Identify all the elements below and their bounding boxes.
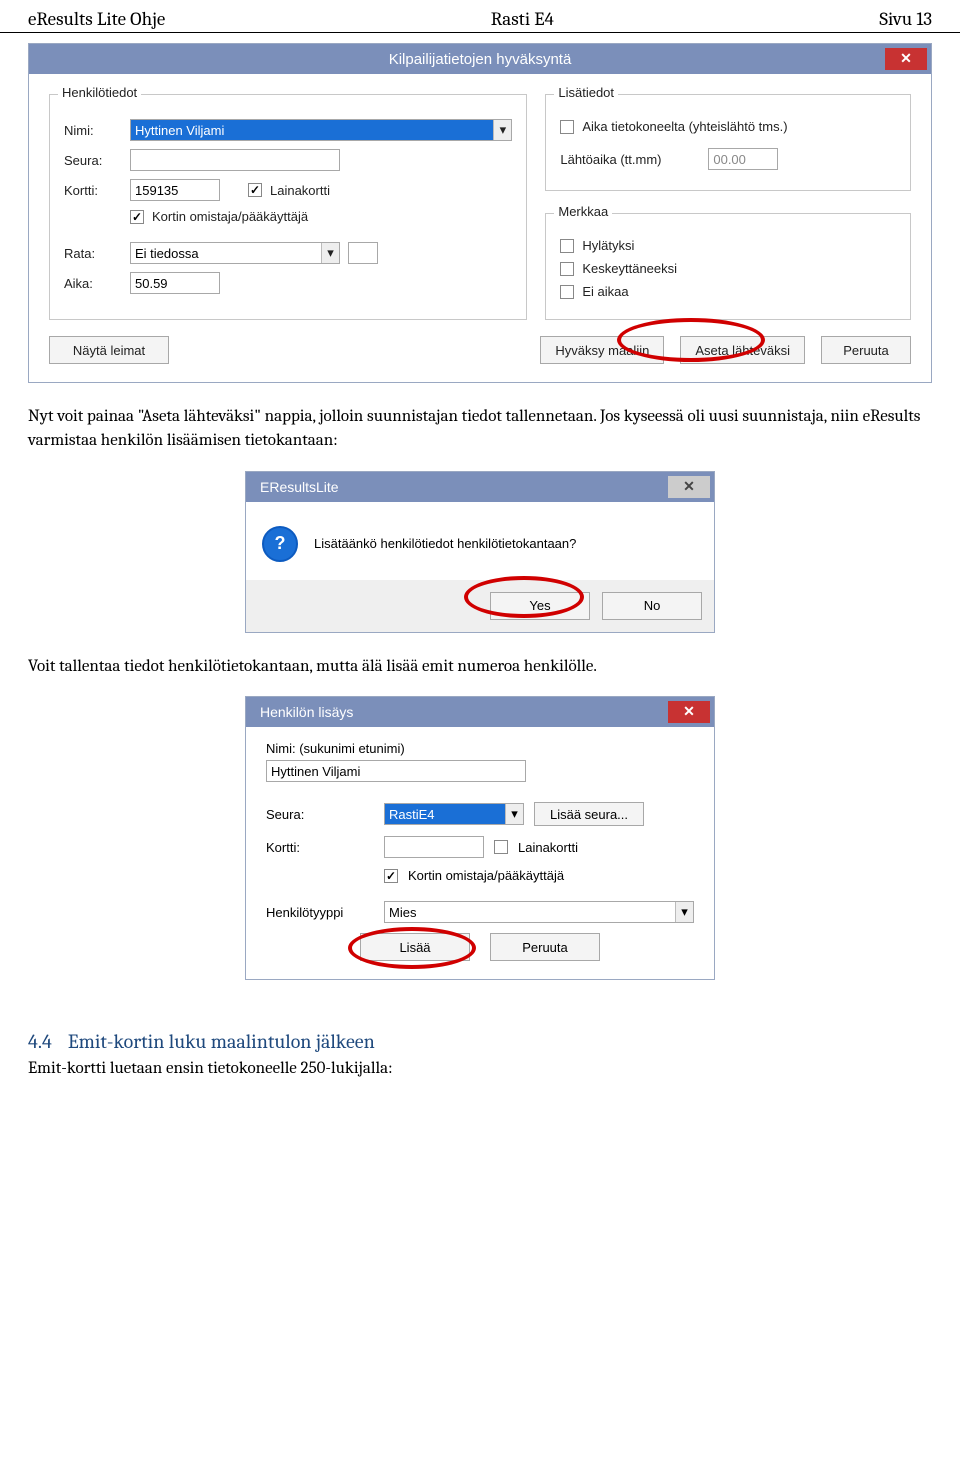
label-person-owner: Kortin omistaja/pääkäyttäjä bbox=[408, 868, 564, 883]
group-mark-legend: Merkkaa bbox=[554, 204, 612, 219]
competitor-approval-window: Kilpailijatietojen hyväksyntä ✕ Henkilöt… bbox=[28, 43, 932, 383]
page-header: eResults Lite Ohje Rasti E4 Sivu 13 bbox=[0, 0, 960, 33]
label-owner: Kortin omistaja/pääkäyttäjä bbox=[152, 209, 308, 224]
checkbox-disq[interactable] bbox=[560, 239, 574, 253]
accept-finish-button[interactable]: Hyväksy maaliin bbox=[540, 336, 664, 364]
label-club: Seura: bbox=[64, 153, 122, 168]
paragraph-1: Nyt voit painaa "Aseta lähteväksi" nappi… bbox=[28, 405, 932, 453]
label-person-name: Nimi: (sukunimi etunimi) bbox=[266, 741, 694, 756]
add-button[interactable]: Lisää bbox=[360, 933, 470, 961]
course-extra-input[interactable] bbox=[348, 242, 378, 264]
close-icon: ✕ bbox=[900, 50, 912, 66]
chevron-down-icon: ▾ bbox=[321, 243, 339, 263]
label-time: Aika: bbox=[64, 276, 122, 291]
label-dnf: Keskeyttäneeksi bbox=[582, 261, 677, 276]
section-title: Emit-kortin luku maalintulon jälkeen bbox=[68, 1030, 375, 1053]
label-card: Kortti: bbox=[64, 183, 122, 198]
label-person-club: Seura: bbox=[266, 807, 374, 822]
label-person-type: Henkilötyyppi bbox=[266, 905, 374, 920]
person-close-button[interactable]: ✕ bbox=[668, 701, 710, 723]
person-cancel-button[interactable]: Peruuta bbox=[490, 933, 600, 961]
chevron-down-icon: ▾ bbox=[675, 902, 693, 922]
confirm-dialog: EResultsLite ✕ ? Lisätäänkö henkilötiedo… bbox=[245, 471, 715, 633]
close-icon: ✕ bbox=[683, 703, 695, 719]
section-number: 4.4 bbox=[28, 1030, 52, 1053]
group-personal: Henkilötiedot Nimi: ▾ Seura: Kortti: bbox=[49, 94, 527, 320]
label-person-card: Kortti: bbox=[266, 840, 374, 855]
close-button[interactable]: ✕ bbox=[885, 48, 927, 70]
person-add-dialog: Henkilön lisäys ✕ Nimi: (sukunimi etunim… bbox=[245, 696, 715, 980]
group-personal-legend: Henkilötiedot bbox=[58, 85, 141, 100]
name-combo[interactable]: ▾ bbox=[130, 119, 512, 141]
confirm-close-button[interactable]: ✕ bbox=[668, 476, 710, 498]
chevron-down-icon: ▾ bbox=[493, 120, 511, 140]
person-name-input[interactable] bbox=[266, 760, 526, 782]
checkbox-dnf[interactable] bbox=[560, 262, 574, 276]
person-club-input[interactable] bbox=[384, 803, 524, 825]
label-name: Nimi: bbox=[64, 123, 122, 138]
paragraph-2: Voit tallentaa tiedot henkilötietokantaa… bbox=[28, 655, 932, 679]
person-title: Henkilön lisäys bbox=[260, 704, 353, 720]
confirm-title: EResultsLite bbox=[260, 479, 339, 495]
cancel-button[interactable]: Peruuta bbox=[821, 336, 911, 364]
time-input[interactable] bbox=[130, 272, 220, 294]
label-course: Rata: bbox=[64, 246, 122, 261]
checkbox-person-owner[interactable] bbox=[384, 869, 398, 883]
label-starttime: Lähtöaika (tt.mm) bbox=[560, 152, 700, 167]
set-start-button[interactable]: Aseta lähteväksi bbox=[680, 336, 805, 364]
label-loancard: Lainakortti bbox=[270, 183, 330, 198]
card-input[interactable] bbox=[130, 179, 220, 201]
document-body: Kilpailijatietojen hyväksyntä ✕ Henkilöt… bbox=[0, 43, 960, 1078]
confirm-titlebar: EResultsLite ✕ bbox=[246, 472, 714, 502]
club-input[interactable] bbox=[130, 149, 340, 171]
header-right: Sivu 13 bbox=[879, 8, 932, 30]
yes-button[interactable]: Yes bbox=[490, 592, 590, 620]
checkbox-notime[interactable] bbox=[560, 285, 574, 299]
group-mark: Merkkaa Hylätyksi Keskeyttäneeksi Ei aik… bbox=[545, 213, 911, 320]
close-icon: ✕ bbox=[683, 478, 695, 494]
person-titlebar: Henkilön lisäys ✕ bbox=[246, 697, 714, 727]
chevron-down-icon: ▾ bbox=[505, 804, 523, 824]
section-heading: 4.4 Emit-kortin luku maalintulon jälkeen bbox=[28, 1030, 932, 1053]
question-icon: ? bbox=[262, 526, 298, 562]
label-person-loancard: Lainakortti bbox=[518, 840, 578, 855]
group-extra-legend: Lisätiedot bbox=[554, 85, 618, 100]
window-titlebar: Kilpailijatietojen hyväksyntä ✕ bbox=[29, 44, 931, 74]
person-card-input[interactable] bbox=[384, 836, 484, 858]
header-left: eResults Lite Ohje bbox=[28, 8, 165, 30]
checkbox-owner[interactable] bbox=[130, 210, 144, 224]
person-type-input[interactable] bbox=[384, 901, 694, 923]
checkbox-computer-time[interactable] bbox=[560, 120, 574, 134]
confirm-message: Lisätäänkö henkilötiedot henkilötietokan… bbox=[314, 536, 576, 551]
label-computer-time: Aika tietokoneelta (yhteislähtö tms.) bbox=[582, 119, 787, 134]
course-input[interactable] bbox=[130, 242, 340, 264]
add-club-button[interactable]: Lisää seura... bbox=[534, 802, 644, 826]
course-combo[interactable]: ▾ bbox=[130, 242, 340, 264]
show-stamps-button[interactable]: Näytä leimat bbox=[49, 336, 169, 364]
window-body: Henkilötiedot Nimi: ▾ Seura: Kortti: bbox=[29, 74, 931, 382]
group-extra: Lisätiedot Aika tietokoneelta (yhteisläh… bbox=[545, 94, 911, 191]
section-body: Emit-kortti luetaan ensin tietokoneelle … bbox=[28, 1059, 932, 1078]
label-notime: Ei aikaa bbox=[582, 284, 628, 299]
name-input[interactable] bbox=[130, 119, 512, 141]
window-title: Kilpailijatietojen hyväksyntä bbox=[389, 51, 572, 68]
person-type-combo[interactable]: ▾ bbox=[384, 901, 694, 923]
starttime-input[interactable] bbox=[708, 148, 778, 170]
no-button[interactable]: No bbox=[602, 592, 702, 620]
person-club-combo[interactable]: ▾ bbox=[384, 803, 524, 825]
checkbox-loancard[interactable] bbox=[248, 183, 262, 197]
header-center: Rasti E4 bbox=[491, 8, 554, 30]
checkbox-person-loancard[interactable] bbox=[494, 840, 508, 854]
label-disq: Hylätyksi bbox=[582, 238, 634, 253]
